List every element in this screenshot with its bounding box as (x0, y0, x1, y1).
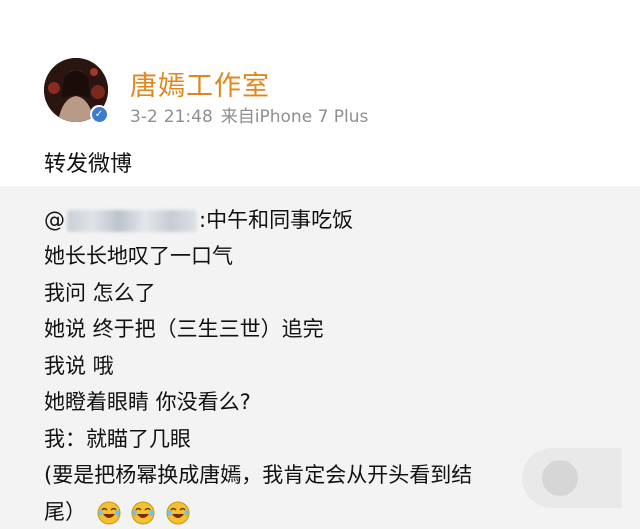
floating-scroll-button[interactable] (522, 448, 622, 508)
quoted-line: (要是把杨幂换成唐嫣，我肯定会从开头看到结 (44, 463, 473, 487)
blurred-username[interactable] (67, 210, 197, 232)
quoted-line: 她瞪着眼睛 你没看么? (44, 390, 251, 414)
post-header: ✓ 唐嫣工作室 3-2 21:48 来自iPhone 7 Plus (44, 58, 604, 128)
quoted-line: 我：就瞄了几眼 (44, 427, 191, 451)
laughing-crying-emoji-icon (166, 501, 190, 525)
quoted-mention-line: @ :中午和同事吃饭 (44, 204, 353, 234)
scroll-handle-icon (542, 460, 578, 496)
mention-text: :中午和同事吃饭 (199, 208, 354, 232)
quoted-line: 我说 哦 (44, 354, 114, 378)
quoted-line: 她长长地叹了一口气 (44, 244, 233, 268)
post-source: 来自iPhone 7 Plus (220, 107, 369, 127)
quoted-line: 她说 终于把（三生三世）追完 (44, 317, 324, 341)
quoted-line: 我问 怎么了 (44, 281, 156, 305)
quoted-last-line: 尾） (44, 496, 190, 526)
laughing-crying-emoji-icon (131, 501, 155, 525)
post-date: 3-2 (130, 107, 158, 127)
repost-text: 转发微博 (44, 152, 133, 177)
post-time: 21:48 (163, 107, 213, 127)
mention-at: @ (44, 208, 65, 232)
laughing-crying-emoji-icon (97, 501, 121, 525)
verified-badge-icon: ✓ (90, 105, 108, 123)
author-name[interactable]: 唐嫣工作室 (130, 64, 270, 103)
quoted-line: 尾） (44, 500, 86, 524)
post-meta: 3-2 21:48 来自iPhone 7 Plus (130, 102, 368, 127)
